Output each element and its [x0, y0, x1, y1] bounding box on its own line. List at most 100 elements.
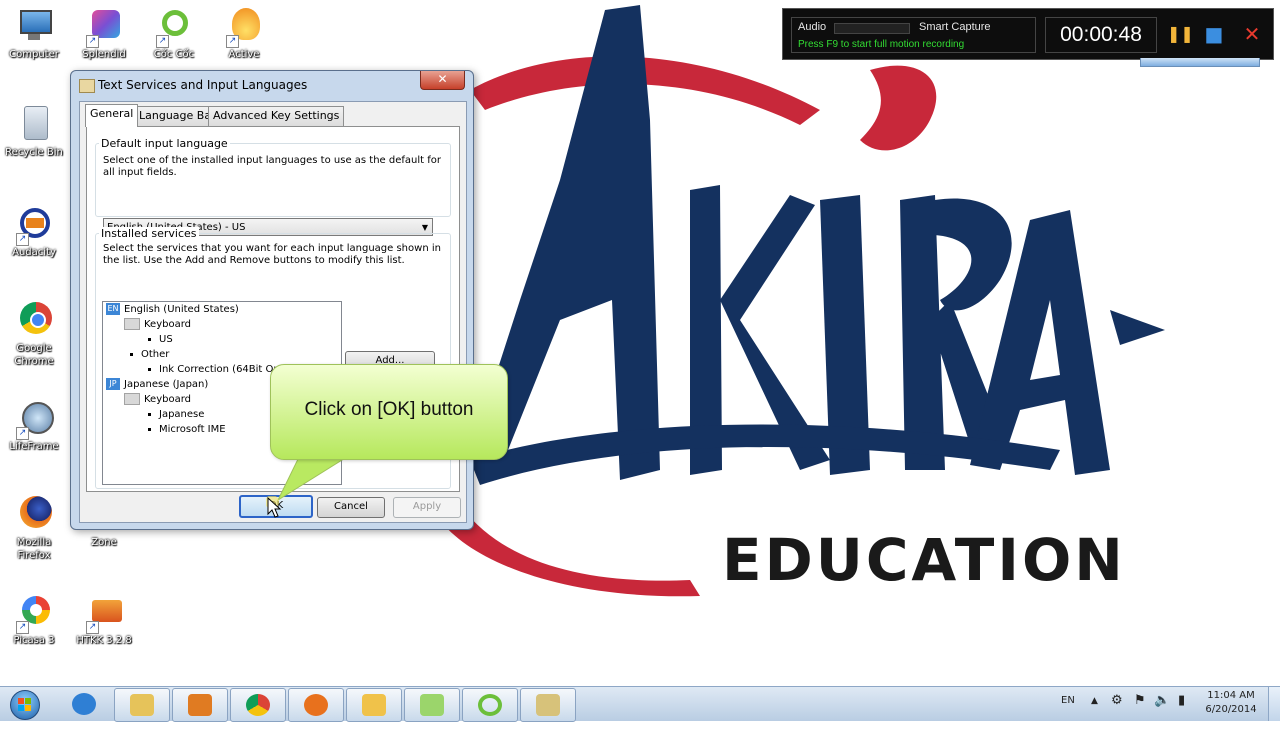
tree-bullet	[148, 367, 151, 371]
recycle-bin-icon	[14, 104, 54, 144]
screen-recorder-toolbar: Audio Smart Capture Press F9 to start fu…	[782, 8, 1274, 60]
keyboard-icon	[79, 79, 95, 93]
taskbar-item-outlook[interactable]	[346, 688, 402, 722]
tree-node-us[interactable]: US	[148, 333, 173, 347]
shortcut-arrow-icon: ↗	[86, 621, 99, 634]
tree-bullet	[148, 412, 151, 416]
outlook-icon	[362, 694, 386, 716]
internet-explorer-icon	[72, 693, 96, 715]
firefox-icon	[304, 694, 328, 716]
lang-badge: EN	[106, 303, 120, 315]
taskbar-item-file-explorer[interactable]	[114, 688, 170, 722]
shortcut-arrow-icon: ↗	[16, 233, 29, 246]
language-indicator[interactable]: EN	[1061, 695, 1075, 729]
computer-icon	[14, 6, 54, 46]
media-player-icon	[188, 694, 212, 716]
htkk-icon: ↗	[84, 592, 124, 634]
pause-button[interactable]: ❚❚	[1167, 23, 1194, 45]
apply-button[interactable]: Apply	[393, 497, 461, 518]
tree-node-other[interactable]: Other	[130, 348, 169, 362]
tab-advanced-key-settings[interactable]: Advanced Key Settings	[208, 106, 345, 126]
installed-services-description: Select the services that you want for ea…	[103, 243, 441, 266]
desktop-icon-lifeframe[interactable]: ↗ LifeFrame	[2, 398, 66, 453]
tray-device-icon[interactable]: ⚙	[1111, 693, 1123, 727]
recorder-dock-tab	[1140, 58, 1260, 67]
show-desktop-button[interactable]	[1268, 687, 1280, 721]
default-input-heading: Default input language	[99, 137, 230, 150]
tree-node-japanese-japan[interactable]: JP Japanese (Japan)	[106, 378, 208, 392]
desktop-icon-active[interactable]: ↗ Active	[212, 6, 276, 61]
desktop-icon-google-chrome[interactable]: Google Chrome	[2, 300, 66, 368]
desktop-icon-coccoc[interactable]: ↗ Cốc Cốc	[142, 6, 206, 61]
tab-general[interactable]: General	[85, 104, 139, 127]
clock-time: 11:04 AM	[1207, 690, 1255, 701]
wallpaper-red-mark	[860, 65, 937, 151]
picasa-icon: ↗	[14, 592, 54, 634]
instruction-callout: Click on [OK] button	[270, 364, 508, 460]
active-icon: ↗	[224, 6, 264, 48]
desktop-icon-splendid[interactable]: ↗ Splendid	[72, 6, 136, 61]
wallpaper-arc	[1110, 310, 1165, 345]
taskbar-item-folder[interactable]	[404, 688, 460, 722]
tree-node-microsoft-ime[interactable]: Microsoft IME	[148, 423, 226, 437]
taskbar-item-firefox[interactable]	[288, 688, 344, 722]
desktop-icon-recycle-bin[interactable]: Recycle Bin	[2, 104, 66, 159]
tree-bullet	[130, 352, 133, 356]
recording-timer: 00:00:48	[1045, 17, 1157, 53]
tree-node-keyboard[interactable]: Keyboard	[124, 318, 191, 332]
tree-bullet	[148, 337, 151, 341]
desktop-icon-picasa[interactable]: ↗ Picasa 3	[2, 592, 66, 647]
tree-node-japanese[interactable]: Japanese	[148, 408, 204, 422]
keyboard-folder-icon	[124, 393, 140, 405]
audio-level-meter	[834, 23, 910, 34]
taskbar-item-coccoc[interactable]	[462, 688, 518, 722]
dialog-close-button[interactable]: ✕	[420, 71, 465, 90]
desktop-icon-computer[interactable]: Computer	[2, 6, 66, 61]
splendid-icon: ↗	[84, 6, 124, 48]
show-hidden-icons-button[interactable]: ▲	[1091, 696, 1098, 730]
taskbar-item-chrome[interactable]	[230, 688, 286, 722]
wallpaper-red-swoosh-lower	[440, 505, 700, 597]
dialog-titlebar[interactable]: Text Services and Input Languages ✕	[71, 71, 473, 99]
network-share-icon	[536, 694, 560, 716]
taskbar-item-media-player[interactable]	[172, 688, 228, 722]
cancel-button[interactable]: Cancel	[317, 497, 385, 518]
tree-node-english[interactable]: EN English (United States)	[106, 303, 239, 317]
file-explorer-icon	[130, 694, 154, 716]
start-button[interactable]	[4, 688, 44, 720]
audio-label: Audio	[798, 21, 827, 33]
close-recorder-button[interactable]: ✕	[1241, 23, 1263, 45]
tree-node-keyboard-jp[interactable]: Keyboard	[124, 393, 191, 407]
keyboard-folder-icon	[124, 318, 140, 330]
mouse-cursor-icon	[266, 496, 282, 518]
desktop-icon-audacity[interactable]: ↗ Audacity	[2, 204, 66, 259]
firefox-icon	[14, 494, 54, 534]
desktop-icon-htkk[interactable]: ↗ HTKK 3.2.8	[72, 592, 136, 647]
system-clock[interactable]: 11:04 AM 6/20/2014	[1199, 689, 1263, 717]
tree-bullet	[148, 427, 151, 431]
shortcut-arrow-icon: ↗	[16, 427, 29, 440]
recording-hint: Press F9 to start full motion recording	[798, 39, 965, 50]
taskbar-item-network-share[interactable]	[520, 688, 576, 722]
installed-services-heading: Installed services	[99, 227, 199, 240]
coccoc-icon	[478, 694, 502, 716]
default-input-description: Select one of the installed input langua…	[103, 155, 441, 178]
text-services-dialog: Text Services and Input Languages ✕ Gene…	[70, 70, 474, 530]
dialog-title: Text Services and Input Languages	[98, 78, 308, 92]
capture-mode-label[interactable]: Smart Capture	[919, 21, 991, 33]
folder-icon	[420, 694, 444, 716]
windows-logo-icon	[10, 690, 40, 720]
stop-button[interactable]: ■	[1203, 23, 1225, 45]
shortcut-arrow-icon: ↗	[86, 35, 99, 48]
callout-text: Click on [OK] button	[304, 399, 474, 420]
recorder-status-panel: Audio Smart Capture Press F9 to start fu…	[791, 17, 1036, 53]
lifeframe-icon: ↗	[14, 398, 54, 440]
chrome-icon	[246, 694, 270, 716]
volume-icon[interactable]: 🔈	[1154, 693, 1170, 727]
action-center-flag-icon[interactable]: ⚑	[1134, 693, 1146, 727]
clock-date: 6/20/2014	[1205, 704, 1257, 715]
network-signal-icon[interactable]: ▮	[1178, 693, 1185, 727]
chrome-icon	[14, 300, 54, 340]
taskbar-item-internet-explorer[interactable]	[57, 688, 111, 720]
desktop-icon-mozilla-firefox[interactable]: Mozilla Firefox	[2, 494, 66, 562]
